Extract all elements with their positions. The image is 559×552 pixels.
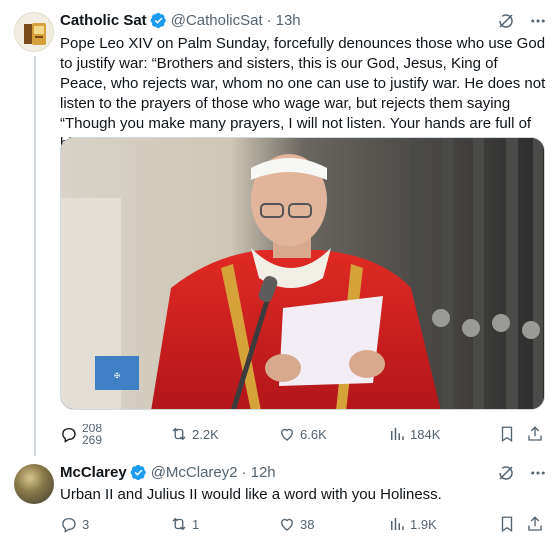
thread-connector <box>34 56 36 456</box>
views-icon <box>391 518 404 530</box>
tweet-top-actions <box>497 12 547 30</box>
share-icon <box>528 426 542 441</box>
like-count: 38 <box>300 516 315 532</box>
views-icon <box>391 428 404 440</box>
like-icon <box>281 428 293 441</box>
author-handle[interactable]: @CatholicSat <box>171 12 263 29</box>
views-count: 1.9K <box>410 516 437 532</box>
repost-button[interactable]: 1 <box>170 514 199 534</box>
timestamp[interactable]: 12h <box>251 464 276 481</box>
views-button[interactable]: 1.9K <box>388 514 437 534</box>
repost-count: 1 <box>192 516 200 532</box>
like-button[interactable]: 6.6K <box>278 424 327 444</box>
avatar-catholic-sat[interactable] <box>14 12 54 52</box>
verified-badge-icon <box>150 12 166 28</box>
catholic-sat-logo-icon <box>24 23 46 45</box>
tweet-text: Pope Leo XIV on Palm Sunday, forcefully … <box>60 35 546 152</box>
bookmark-icon <box>501 426 513 443</box>
tweet-top-actions <box>497 464 547 482</box>
like-count: 6.6K <box>300 426 327 442</box>
like-icon <box>281 518 293 531</box>
tweet-header: McClarey @McClarey2 · 12h <box>60 462 276 482</box>
repost-count: 2.2K <box>192 426 219 442</box>
grok-icon[interactable] <box>497 12 515 30</box>
tweet-media-photo[interactable]: ✠ <box>60 137 545 410</box>
share-button[interactable] <box>526 514 544 534</box>
reply-icon <box>62 518 76 533</box>
separator-dot: · <box>266 11 272 29</box>
share-button[interactable] <box>526 424 544 444</box>
tweet-header: Catholic Sat @CatholicSat · 13h <box>60 10 301 30</box>
like-button[interactable]: 38 <box>278 514 314 534</box>
repost-button[interactable]: 2.2K <box>170 424 219 444</box>
grok-icon[interactable] <box>497 464 515 482</box>
separator-dot: · <box>241 463 247 481</box>
views-button[interactable]: 184K <box>388 424 440 444</box>
author-name[interactable]: McClarey <box>60 464 127 481</box>
svg-text:✠: ✠ <box>114 372 120 380</box>
avatar-mcclarey[interactable] <box>14 464 54 504</box>
author-name[interactable]: Catholic Sat <box>60 12 147 29</box>
bookmark-icon <box>501 516 513 533</box>
reply-button[interactable]: 208 269 <box>60 424 102 444</box>
tweet-action-bar: 3 1 38 1.9K <box>60 514 546 534</box>
timestamp[interactable]: 13h <box>276 12 301 29</box>
bookmark-button[interactable] <box>498 424 516 444</box>
author-handle[interactable]: @McClarey2 <box>151 464 238 481</box>
reply-count-rolling: 208 269 <box>82 424 102 444</box>
tweet-action-bar: 208 269 2.2K 6.6K 184K <box>60 424 546 444</box>
more-icon[interactable] <box>529 12 547 30</box>
reply-button[interactable]: 3 <box>60 514 89 534</box>
repost-icon <box>172 517 186 531</box>
reply-icon <box>62 428 76 443</box>
repost-icon <box>172 427 186 441</box>
bookmark-button[interactable] <box>498 514 516 534</box>
reply-count: 3 <box>82 516 90 532</box>
tweet-text: Urban II and Julius II would like a word… <box>60 486 442 503</box>
verified-badge-icon <box>130 464 146 480</box>
more-icon[interactable] <box>529 464 547 482</box>
share-icon <box>528 516 542 531</box>
reply-count-new: 269 <box>82 433 103 444</box>
views-count: 184K <box>410 426 441 442</box>
pope-photo: ✠ <box>61 138 544 409</box>
